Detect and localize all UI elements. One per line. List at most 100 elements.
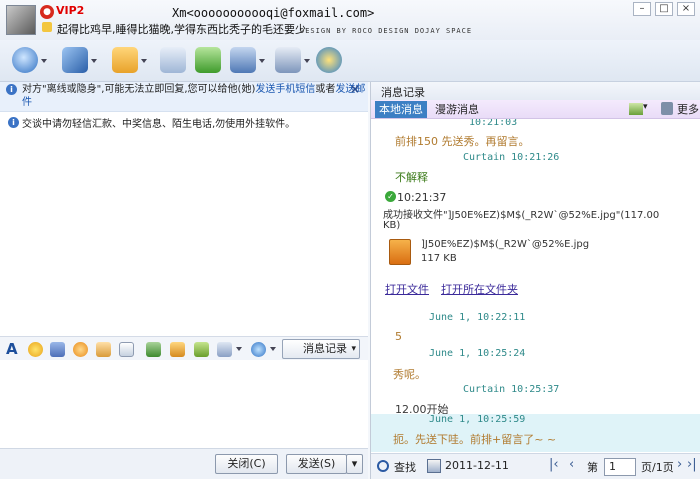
voice-call-icon[interactable] bbox=[62, 47, 88, 73]
close-notice-icon[interactable]: × bbox=[350, 83, 360, 96]
message-time: June 1, 10:22:11 bbox=[429, 312, 526, 323]
offline-notice: i 对方"离线或隐身",可能无法立即回复,您可以给他(她)发送手机短信或者发送邮… bbox=[0, 82, 368, 112]
minimize-button[interactable]: – bbox=[633, 2, 651, 16]
skin-watermark: DESIGN BY ROCO DESIGN DOJAY SPACE bbox=[300, 27, 473, 35]
qq-penguin-icon: ● bbox=[40, 5, 54, 19]
message-time: June 1, 10:25:24 bbox=[429, 348, 526, 359]
video-call-icon[interactable] bbox=[12, 47, 38, 73]
create-group-icon[interactable] bbox=[195, 47, 221, 73]
window-header: ● VIP2 Xm<ooooooooooqi@foxmail.com> 起得比鸡… bbox=[0, 0, 700, 40]
qzone-icon[interactable] bbox=[251, 342, 266, 357]
message-text: 扼。先送下哇。前排+留言了~ ~ bbox=[393, 433, 557, 446]
send-image-icon[interactable] bbox=[146, 342, 161, 357]
chat-actions: 关闭(C) 发送(S) ▾ bbox=[0, 448, 368, 479]
search-icon[interactable] bbox=[377, 460, 389, 472]
file-received-size: KB) bbox=[383, 220, 401, 231]
page-number-input[interactable]: 1 bbox=[604, 458, 636, 476]
file-size: 117 KB bbox=[421, 253, 457, 264]
chat-history-area[interactable] bbox=[0, 130, 368, 338]
gift-icon[interactable] bbox=[194, 342, 209, 357]
file-received-text: 成功接收文件"]J50E%EZ)$M$(_R2W`@52%E.jpg"(117.… bbox=[383, 210, 660, 221]
info-icon: i bbox=[6, 84, 17, 95]
more-button[interactable]: 更多 bbox=[677, 101, 699, 117]
calendar-icon[interactable] bbox=[427, 459, 441, 473]
or-text: 或者 bbox=[315, 84, 336, 95]
message-time: 10:21:03 bbox=[469, 119, 518, 128]
status-star-icon bbox=[42, 22, 52, 32]
message-time: June 1, 10:25:59 bbox=[429, 414, 526, 425]
font-icon[interactable]: A bbox=[6, 342, 21, 357]
screenshot-dropdown-icon[interactable] bbox=[236, 347, 242, 353]
offline-notice-text: 对方"离线或隐身",可能无法立即回复,您可以给他(她) bbox=[22, 84, 256, 95]
remote-assist-icon[interactable] bbox=[230, 47, 256, 73]
history-messages[interactable]: 10:21:03 前排150 先送秀。再留言。 Curtain 10:21:26… bbox=[371, 119, 700, 453]
open-folder-link[interactable]: 打开所在文件夹 bbox=[441, 281, 518, 297]
speaker-icon[interactable] bbox=[661, 102, 673, 115]
file-name: ]J50E%EZ)$M$(_R2W`@52%E.jpg bbox=[421, 239, 590, 250]
contact-signature: 起得比鸡早,睡得比猫晚,学得东西比秃子的毛还要少 bbox=[57, 23, 306, 36]
tab-local-messages[interactable]: 本地消息 bbox=[375, 101, 427, 118]
message-input[interactable] bbox=[0, 361, 368, 448]
page-prefix: 第 bbox=[587, 461, 598, 474]
chevron-down-icon: ▾ bbox=[351, 344, 356, 354]
info-icon: i bbox=[8, 117, 19, 128]
app-settings-icon[interactable] bbox=[275, 47, 301, 73]
close-window-button[interactable]: × bbox=[677, 2, 695, 16]
image-file-icon[interactable] bbox=[389, 239, 411, 265]
next-page-icon[interactable]: › bbox=[677, 457, 682, 472]
doodle-icon[interactable] bbox=[119, 342, 134, 357]
open-file-link[interactable]: 打开文件 bbox=[385, 281, 429, 297]
qzone-dropdown-icon[interactable] bbox=[270, 347, 276, 353]
history-pane: 消息记录 本地消息 漫游消息 ▾ 更多 10:21:03 前排150 先送秀。再… bbox=[370, 82, 700, 479]
message-text: 不解释 bbox=[395, 171, 428, 184]
history-tabs: 本地消息 漫游消息 ▾ 更多 bbox=[371, 100, 700, 119]
music-icon[interactable] bbox=[170, 342, 185, 357]
message-sender: Curtain 10:25:37 bbox=[463, 384, 560, 395]
screenshot-icon[interactable] bbox=[217, 342, 232, 357]
search-label[interactable]: 查找 bbox=[394, 459, 416, 475]
main-toolbar bbox=[0, 40, 700, 82]
message-text: 秀呢。 bbox=[393, 368, 426, 381]
send-sms-link[interactable]: 发送手机短信 bbox=[255, 84, 315, 95]
magic-emoticon-icon[interactable] bbox=[50, 342, 65, 357]
page-suffix: 页/1页 bbox=[641, 461, 674, 474]
format-toolbar: A 消息记录 ▾ bbox=[0, 336, 368, 360]
message-text: 前排150 先送秀。再留言。 bbox=[395, 135, 530, 148]
voice-message-icon[interactable] bbox=[96, 342, 111, 357]
apps-icon[interactable] bbox=[316, 47, 342, 73]
prev-page-icon[interactable]: ‹ bbox=[569, 457, 574, 472]
send-button[interactable]: 发送(S) bbox=[286, 454, 347, 474]
maximize-button[interactable]: □ bbox=[655, 2, 673, 16]
send-mail-icon[interactable] bbox=[160, 47, 186, 73]
voice-dropdown-icon[interactable] bbox=[91, 59, 97, 65]
settings-dropdown-icon[interactable] bbox=[304, 59, 310, 65]
message-time: 10:21:37 bbox=[397, 191, 447, 204]
contact-email: Xm<ooooooooooqi@foxmail.com> bbox=[172, 6, 375, 20]
send-options-button[interactable]: ▾ bbox=[346, 454, 363, 474]
video-dropdown-icon[interactable] bbox=[41, 59, 47, 65]
history-footer: 查找 2011-12-11 |‹ ‹ 第 1 页/1页 › ›| bbox=[371, 453, 700, 479]
chevron-down-icon[interactable]: ▾ bbox=[643, 102, 648, 112]
file-dropdown-icon[interactable] bbox=[141, 59, 147, 65]
close-button[interactable]: 关闭(C) bbox=[215, 454, 278, 474]
security-notice: i 交谈中请勿轻信汇款、中奖信息、陌生电话,勿使用外挂软件。 bbox=[0, 114, 368, 130]
history-manager-icon[interactable] bbox=[629, 103, 643, 115]
first-page-icon[interactable]: |‹ bbox=[549, 457, 559, 472]
vip-badge: VIP2 bbox=[56, 4, 85, 17]
shake-icon[interactable] bbox=[73, 342, 88, 357]
security-notice-text: 交谈中请勿轻信汇款、中奖信息、陌生电话,勿使用外挂软件。 bbox=[22, 119, 296, 130]
message-log-button[interactable]: 消息记录 ▾ bbox=[282, 339, 360, 359]
last-page-icon[interactable]: ›| bbox=[687, 457, 697, 472]
message-text: 5 bbox=[395, 330, 402, 343]
success-check-icon: ✓ bbox=[385, 191, 396, 202]
transfer-file-icon[interactable] bbox=[112, 47, 138, 73]
history-title: 消息记录 bbox=[371, 82, 700, 100]
history-date[interactable]: 2011-12-11 bbox=[445, 459, 509, 472]
chat-pane: i 对方"离线或隐身",可能无法立即回复,您可以给他(她)发送手机短信或者发送邮… bbox=[0, 82, 368, 479]
message-sender: Curtain 10:21:26 bbox=[463, 152, 560, 163]
remote-dropdown-icon[interactable] bbox=[259, 59, 265, 65]
selected-message-row[interactable]: June 1, 10:25:59 扼。先送下哇。前排+留言了~ ~ bbox=[371, 414, 700, 452]
emoticon-icon[interactable] bbox=[28, 342, 43, 357]
tab-roaming-messages[interactable]: 漫游消息 bbox=[431, 101, 483, 118]
avatar[interactable] bbox=[6, 5, 36, 35]
